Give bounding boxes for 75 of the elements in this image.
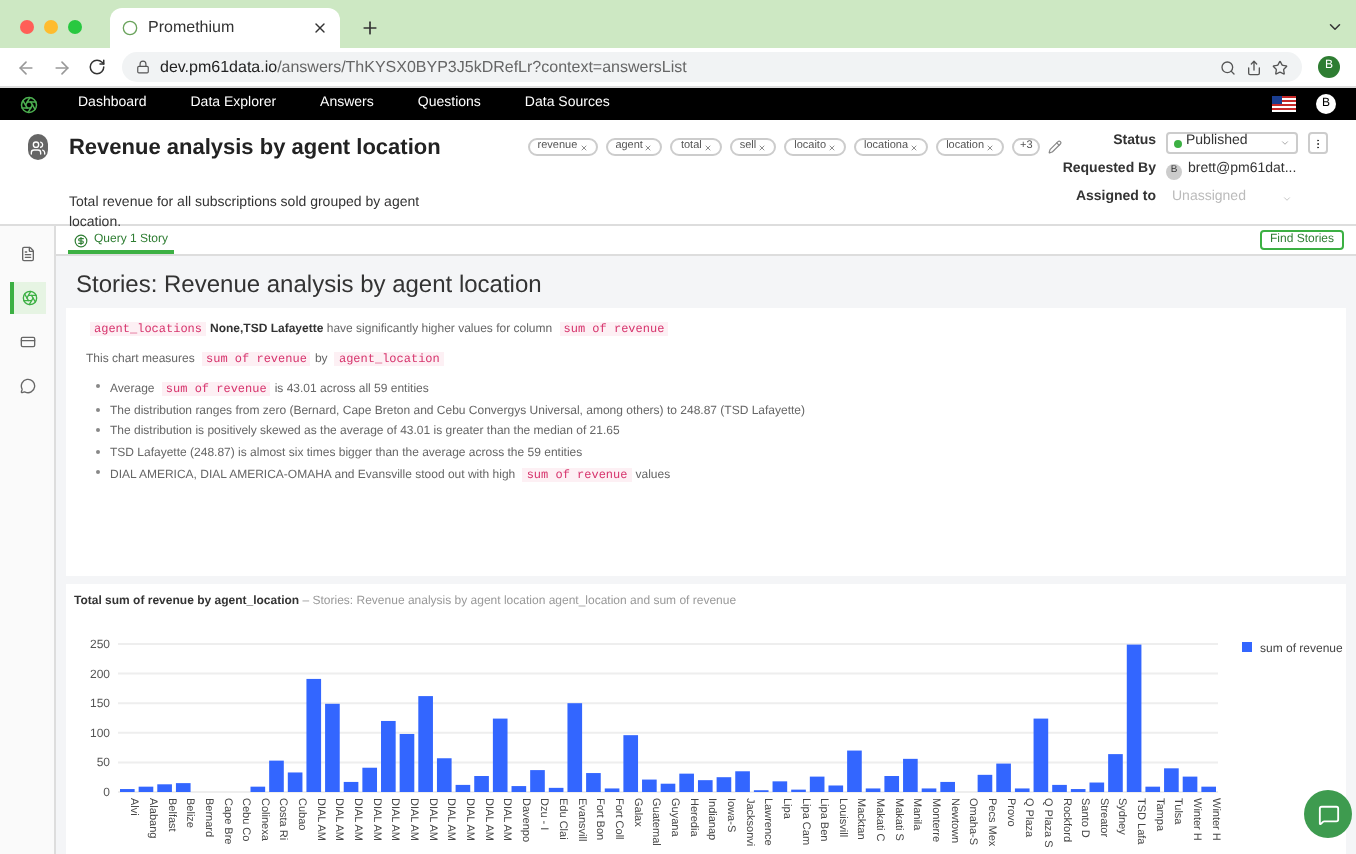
bar bbox=[362, 767, 377, 792]
bar bbox=[1201, 786, 1216, 792]
address-field[interactable]: dev.pm61data.io/answers/ThKYSX0BYP3J5kDRefLr?context=answersList bbox=[122, 52, 1302, 82]
bar bbox=[996, 763, 1011, 792]
bar bbox=[567, 703, 583, 792]
flag-icon[interactable] bbox=[1272, 96, 1296, 112]
bar bbox=[586, 773, 601, 792]
document-icon bbox=[19, 246, 35, 262]
bar bbox=[735, 771, 750, 792]
bar bbox=[343, 781, 359, 792]
bar bbox=[269, 760, 284, 792]
bar bbox=[492, 718, 508, 792]
bar bbox=[679, 773, 694, 792]
bar bbox=[884, 776, 900, 792]
zoom-icon bbox=[1220, 59, 1236, 75]
bar bbox=[1089, 782, 1105, 792]
card-icon bbox=[19, 334, 35, 350]
bookmark-icon bbox=[1272, 59, 1288, 75]
bar bbox=[828, 785, 844, 792]
chevron-down-icon bbox=[1280, 138, 1290, 148]
bar bbox=[530, 770, 545, 792]
bar bbox=[1182, 776, 1198, 792]
bar bbox=[1108, 754, 1123, 792]
tab-list-icon[interactable] bbox=[1326, 18, 1344, 36]
bar bbox=[455, 784, 471, 792]
bar bbox=[250, 786, 266, 792]
bar bbox=[809, 776, 825, 792]
bar bbox=[418, 696, 433, 792]
bar bbox=[548, 787, 564, 792]
rail-button[interactable] bbox=[9, 282, 45, 314]
bar bbox=[660, 783, 676, 792]
app-logo-icon[interactable] bbox=[20, 95, 38, 113]
bar bbox=[175, 783, 191, 792]
bar bbox=[716, 777, 732, 792]
aperture-icon bbox=[21, 290, 37, 306]
bar bbox=[474, 776, 489, 792]
new-tab-icon[interactable] bbox=[360, 18, 380, 38]
bar bbox=[1145, 786, 1161, 792]
bar bbox=[306, 678, 322, 792]
bar bbox=[1033, 718, 1049, 792]
legend-swatch bbox=[1242, 642, 1252, 652]
bar bbox=[138, 786, 154, 792]
tab-favicon-icon bbox=[122, 20, 138, 36]
chat-bubble-icon bbox=[19, 378, 35, 394]
bar bbox=[977, 774, 993, 792]
bar bbox=[623, 735, 639, 792]
bar bbox=[903, 758, 918, 792]
bar bbox=[847, 750, 862, 792]
bar bbox=[436, 758, 452, 792]
chat-icon bbox=[1317, 803, 1339, 825]
bar bbox=[1052, 784, 1067, 792]
bar bbox=[772, 781, 788, 792]
close-tab-icon bbox=[312, 20, 328, 36]
bar bbox=[1164, 768, 1179, 792]
bar bbox=[157, 784, 172, 792]
bar bbox=[511, 786, 527, 792]
bar bbox=[399, 734, 415, 792]
dollar-circle-icon bbox=[74, 233, 88, 247]
lock-icon bbox=[136, 60, 150, 74]
answer-title: Revenue analysis by agent location bbox=[68, 134, 443, 164]
browser-tab[interactable]: Promethium bbox=[110, 8, 340, 48]
bar bbox=[940, 781, 955, 792]
bar bbox=[697, 780, 713, 792]
reload-icon[interactable] bbox=[88, 58, 106, 76]
edit-icon[interactable] bbox=[1048, 140, 1063, 154]
back-icon[interactable] bbox=[16, 57, 36, 77]
bar bbox=[642, 779, 657, 792]
stories-heading: Stories: Revenue analysis by agent location bbox=[74, 268, 544, 300]
chevron-down-icon bbox=[1282, 194, 1292, 204]
bar bbox=[325, 703, 340, 792]
bar bbox=[381, 720, 396, 792]
forward-icon[interactable] bbox=[52, 57, 72, 77]
people-icon bbox=[30, 139, 47, 155]
share-icon bbox=[1246, 59, 1262, 75]
bar bbox=[287, 772, 303, 792]
